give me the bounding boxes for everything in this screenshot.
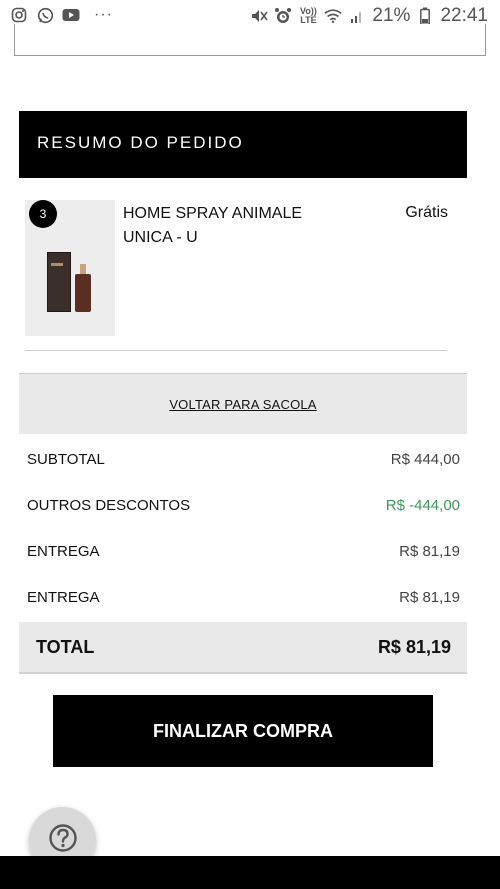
subtotal-row: SUBTOTAL R$ 444,00 [19,441,467,481]
address-field-bottom-edge[interactable] [14,24,486,56]
delivery-value-2: R$ 81,19 [399,589,460,606]
mute-icon [250,7,269,25]
order-summary-header: RESUMO DO PEDIDO [19,111,467,178]
delivery-label: ENTREGA [27,543,100,560]
product-name: HOME SPRAY ANIMALE UNICA - U [123,205,303,246]
subtotal-value: R$ 444,00 [390,451,460,468]
notification-icons: ··· [10,6,113,24]
total-row: TOTAL R$ 81,19 [19,622,467,674]
signal-icon [348,7,366,25]
back-to-bag-bar: VOLTAR PARA SACOLA [19,373,467,434]
delivery-row-2: ENTREGA R$ 81,19 [19,579,467,619]
order-summary-title: RESUMO DO PEDIDO [37,133,244,152]
question-icon [48,823,78,858]
whatsapp-icon [36,6,54,24]
wifi-icon [324,7,343,25]
discounts-label: OUTROS DESCONTOS [27,497,191,514]
back-to-bag-link[interactable]: VOLTAR PARA SACOLA [169,397,316,412]
delivery-value: R$ 81,19 [399,543,460,560]
bottom-navigation-bar [0,856,500,889]
total-label: TOTAL [36,637,95,657]
battery-icon [416,7,434,25]
youtube-icon [62,6,80,24]
product-price: Grátis [405,204,448,221]
order-item: 3 HOME SPRAY ANIMALE UNICA - U Grátis [25,200,455,350]
discounts-row: OUTROS DESCONTOS R$ -444,00 [19,487,467,527]
instagram-icon [10,6,28,24]
finalize-purchase-button[interactable]: FINALIZAR COMPRA [53,695,433,767]
more-notifications: ··· [94,6,113,23]
quantity-badge: 3 [29,200,57,228]
delivery-label-2: ENTREGA [27,589,100,606]
alarm-icon [274,7,292,25]
item-divider [25,350,447,351]
subtotal-label: SUBTOTAL [27,451,105,468]
delivery-row: ENTREGA R$ 81,19 [19,533,467,573]
volte-badge: Vo)) LTE [298,7,318,25]
discounts-value: R$ -444,00 [385,497,460,514]
total-value: R$ 81,19 [377,637,451,657]
product-bottle-graphic [75,274,91,312]
product-box-graphic [47,252,71,312]
